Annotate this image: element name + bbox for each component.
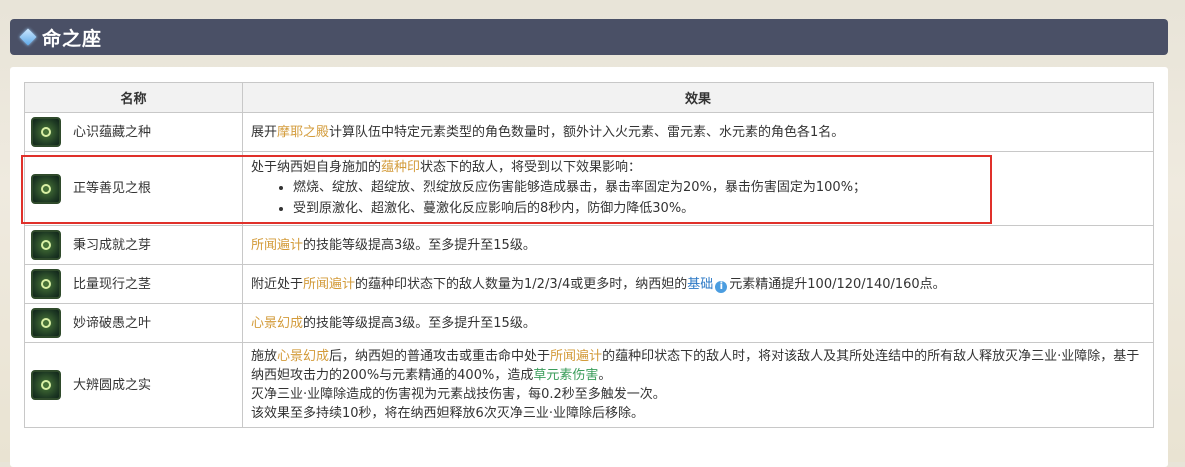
effect-line: 该效果至多持续10秒，将在纳西妲释放6次灭净三业·业障除后移除。 [251,406,644,421]
dendro-dmg-link[interactable]: 草元素伤害 [533,368,598,383]
constellation-name: 妙谛破愚之叶 [73,315,152,331]
skill-link[interactable]: 所闻遍计 [550,349,602,364]
table-row: 正等善见之根 处于纳西妲自身施加的蕴种印状态下的敌人，将受到以下效果影响： 燃烧… [24,151,1154,226]
base-link[interactable]: 基础 [687,277,713,292]
seed-mark-link[interactable]: 蕴种印 [381,160,420,175]
header-effect: 效果 [242,82,1154,113]
constellation-effect: 附近处于所闻遍计的蕴种印状态下的敌人数量为1/2/3/4或更多时，纳西妲的基础 i… [242,264,1154,304]
effect-line: 灭净三业·业障除造成的伤害视为元素战技伤害，每0.2秒至多触发一次。 [251,387,666,402]
info-icon[interactable]: i [715,280,728,293]
constellation-effect: 处于纳西妲自身施加的蕴种印状态下的敌人，将受到以下效果影响： 燃烧、绽放、超绽放… [242,151,1154,226]
header-name: 名称 [24,82,243,113]
skill-link[interactable]: 所闻遍计 [303,277,355,292]
table-row: 比量现行之茎 附近处于所闻遍计的蕴种印状态下的敌人数量为1/2/3/4或更多时，… [24,264,1154,304]
effect-bullet: 燃烧、绽放、超绽放、烈绽放反应伤害能够造成暴击，暴击率固定为20%，暴击伤害固定… [293,177,1145,198]
constellation-name: 心识蕴藏之种 [73,124,152,140]
skill-link[interactable]: 心景幻成 [251,316,303,331]
effect-bullet: 受到原激化、超激化、蔓激化反应影响后的8秒内，防御力降低30%。 [293,198,1145,219]
constellation-effect: 施放心景幻成后，纳西妲的普通攻击或重击命中处于所闻遍计的蕴种印状态下的敌人时，将… [242,342,1154,428]
constellation-4-icon [31,269,61,299]
constellation-name: 比量现行之茎 [73,276,152,292]
skill-link[interactable]: 所闻遍计 [251,238,303,253]
table-row: 秉习成就之芽 所闻遍计的技能等级提高3级。至多提升至15级。 [24,225,1154,265]
skill-link[interactable]: 摩耶之殿 [277,125,329,140]
diamond-icon [19,28,37,46]
constellation-effect: 展开摩耶之殿计算队伍中特定元素类型的角色数量时，额外计入火元素、雷元素、水元素的… [242,112,1154,152]
skill-link[interactable]: 心景幻成 [277,349,329,364]
constellation-5-icon [31,308,61,338]
content-panel: 名称 效果 心识蕴藏之种 展开摩耶之殿计算队伍中特定元素类型的角色数量时，额外计… [10,67,1168,467]
constellation-effect: 心景幻成的技能等级提高3级。至多提升至15级。 [242,303,1154,343]
constellation-table: 名称 效果 心识蕴藏之种 展开摩耶之殿计算队伍中特定元素类型的角色数量时，额外计… [24,82,1154,428]
constellation-1-icon [31,117,61,147]
constellation-name: 秉习成就之芽 [73,237,152,253]
section-title: 命之座 [42,27,103,50]
section-header: 命之座 [10,19,1168,55]
constellation-effect: 所闻遍计的技能等级提高3级。至多提升至15级。 [242,225,1154,265]
constellation-6-icon [31,370,61,400]
constellation-name: 正等善见之根 [73,181,152,196]
table-row: 心识蕴藏之种 展开摩耶之殿计算队伍中特定元素类型的角色数量时，额外计入火元素、雷… [24,112,1154,152]
table-row: 大辨圆成之实 施放心景幻成后，纳西妲的普通攻击或重击命中处于所闻遍计的蕴种印状态… [24,342,1154,428]
constellation-2-icon [31,173,61,204]
table-row: 妙谛破愚之叶 心景幻成的技能等级提高3级。至多提升至15级。 [24,303,1154,343]
constellation-name: 大辨圆成之实 [73,377,152,393]
constellation-3-icon [31,230,61,260]
